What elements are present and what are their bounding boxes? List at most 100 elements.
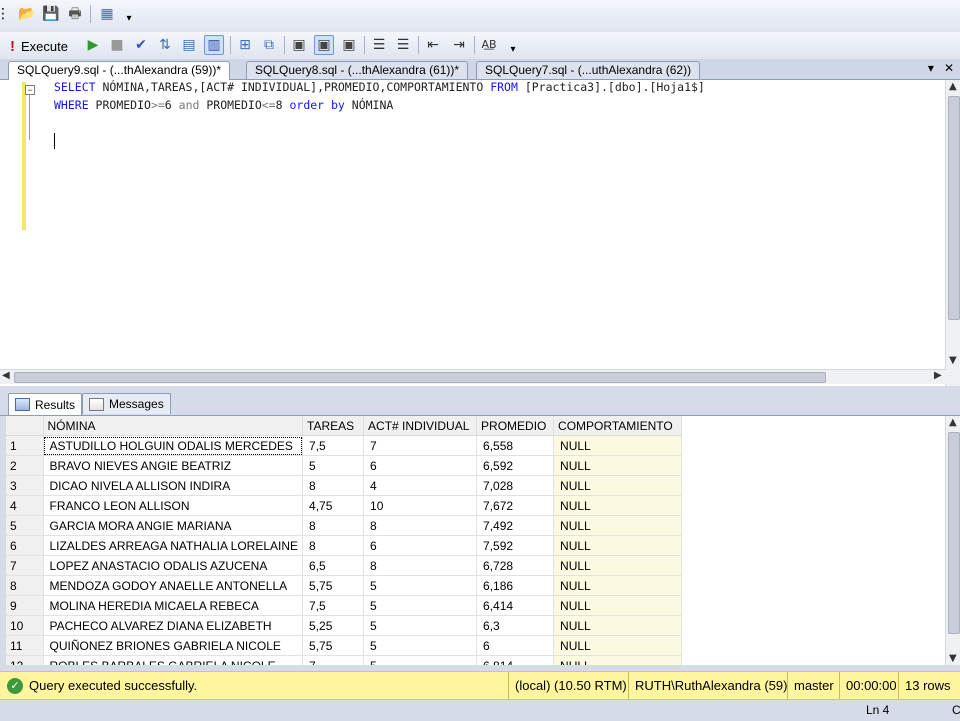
grid-cell[interactable]: 8 [302,475,365,496]
query-options-icon[interactable]: ⇅ [156,36,174,54]
comportamiento-cell[interactable]: NULL [553,655,683,665]
nomina-cell[interactable]: MENDOZA GODOY ANAELLE ANTONELLA [43,575,304,596]
grid-cell[interactable]: 7,028 [476,475,555,496]
grid-cell[interactable]: 6,558 [476,435,555,456]
nomina-cell[interactable]: PACHECO ALVAREZ DIANA ELIZABETH [43,615,304,636]
tab-sqlquery8[interactable]: SQLQuery8.sql - (...thAlexandra (61))* [246,61,469,79]
grid-vertical-scrollbar[interactable]: ▲ ▼ [945,416,960,665]
comportamiento-cell[interactable]: NULL [553,615,683,636]
table-row[interactable]: 9 MOLINA HEREDIA MICAELA REBECA 7,5 5 6,414 N… [6,595,683,616]
scroll-down-icon[interactable]: ▼ [949,355,957,366]
toolbar-overflow-icon[interactable]: ▾ [120,10,138,28]
grid-cell[interactable]: 7,5 [302,435,365,456]
nomina-cell[interactable]: DICAO NIVELA ALLISON INDIRA [43,475,304,496]
grid-cell[interactable]: 6,3 [476,615,555,636]
grid-cell[interactable]: 5,75 [302,635,365,656]
comportamiento-cell[interactable]: NULL [553,515,683,536]
scrollbar-thumb[interactable] [14,372,826,383]
comportamiento-cell[interactable]: NULL [553,495,683,516]
stop-icon[interactable]: ■ [108,36,126,54]
grid-cell[interactable]: 5 [363,615,478,636]
grid-cell[interactable]: 4,75 [302,495,365,516]
increase-indent-icon[interactable]: ⇥ [450,36,468,54]
collapse-icon[interactable]: − [25,85,35,95]
grid-cell[interactable]: 6,814 [476,655,555,665]
scroll-up-icon[interactable]: ▲ [949,417,957,428]
decrease-indent-icon[interactable]: ⇤ [424,36,442,54]
results-to-text-icon[interactable]: ▤ [180,36,198,54]
editor-horizontal-scrollbar[interactable]: ◀ ▶ [0,369,946,384]
table-row[interactable]: 7 LOPEZ ANASTACIO ODALIS AZUCENA 6,5 8 6,728… [6,555,683,576]
comportamiento-cell[interactable]: NULL [553,595,683,616]
table-row[interactable]: 11 QUIÑONEZ BRIONES GABRIELA NICOLE 5,75 5 6… [6,635,683,656]
grid-cell[interactable]: 5 [302,455,365,476]
grid-cell[interactable]: 5 [363,595,478,616]
grid-cell[interactable]: 4 [363,475,478,496]
column-header[interactable]: COMPORTAMIENTO [553,416,683,436]
tab-messages[interactable]: Messages [82,393,171,414]
open-folder-icon[interactable]: 📂 [18,5,36,23]
table-row[interactable]: 6 LIZALDES ARREAGA NATHALIA LORELAINE 8 6 7,… [6,535,683,556]
table-row[interactable]: 8 MENDOZA GODOY ANAELLE ANTONELLA 5,75 5 6,1… [6,575,683,596]
scrollbar-thumb[interactable] [948,96,960,320]
comment-icon[interactable]: ▣ [290,36,308,54]
table-row[interactable]: 3 DICAO NIVELA ALLISON INDIRA 8 4 7,028 NULL [6,475,683,496]
grid-cell[interactable]: 8 [302,515,365,536]
outdent-icon[interactable]: ☰ [370,36,388,54]
nomina-cell[interactable]: QUIÑONEZ BRIONES GABRIELA NICOLE [43,635,304,656]
nomina-cell[interactable]: GARCIA MORA ANGIE MARIANA [43,515,304,536]
grid-cell[interactable]: 5 [363,575,478,596]
grid-cell[interactable]: 5 [363,655,478,665]
template-params-icon[interactable]: ▣ [340,36,358,54]
grid-cell[interactable]: 5,25 [302,615,365,636]
comportamiento-cell[interactable]: NULL [553,555,683,576]
include-plan-icon[interactable]: ⊞ [236,36,254,54]
parse-check-icon[interactable]: ✔ [132,36,150,54]
column-header[interactable]: TAREAS [302,416,365,436]
comportamiento-cell[interactable]: NULL [553,535,683,556]
results-grid[interactable]: NÓMINA TAREAS ACT# INDIVIDUAL PROMEDIO C… [6,416,946,665]
scroll-right-icon[interactable]: ▶ [934,370,942,381]
nomina-cell[interactable]: LIZALDES ARREAGA NATHALIA LORELAINE [43,535,304,556]
table-row[interactable]: 12ROBLES BARBALES GABRIELA NICOLE756,814… [6,655,683,665]
grid-cell[interactable]: 6 [476,635,555,656]
grid-cell[interactable]: 5,75 [302,575,365,596]
toolbar-overflow-icon[interactable]: ▾ [504,41,522,59]
scroll-up-icon[interactable]: ▲ [949,81,957,92]
comportamiento-cell[interactable]: NULL [553,575,683,596]
table-row[interactable]: 4 FRANCO LEON ALLISON 4,75 10 7,672 NULL [6,495,683,516]
grid-cell[interactable]: 6,186 [476,575,555,596]
comportamiento-cell[interactable]: NULL [553,435,683,456]
debug-play-icon[interactable]: ▶ [84,36,102,54]
column-header[interactable]: PROMEDIO [476,416,555,436]
nomina-cell[interactable]: FRANCO LEON ALLISON [43,495,304,516]
grid-cell[interactable]: 7,5 [302,595,365,616]
nomina-cell[interactable]: MOLINA HEREDIA MICAELA REBECA [43,595,304,616]
editor-vertical-scrollbar[interactable]: ▲ ▼ [945,80,960,386]
nomina-cell[interactable]: LOPEZ ANASTACIO ODALIS AZUCENA [43,555,304,576]
tab-results[interactable]: Results [8,393,83,415]
nomina-cell[interactable]: BRAVO NIEVES ANGIE BEATRIZ [43,455,304,476]
grid-cell[interactable]: 7,492 [476,515,555,536]
grid-cell[interactable]: 8 [302,535,365,556]
query-editor[interactable]: − SELECT NÓMINA,TAREAS,[ACT# INDIVIDUAL]… [0,80,960,386]
grid-cell[interactable]: 6,5 [302,555,365,576]
nomina-cell[interactable]: ROBLES BARBALES GABRIELA NICOLE [43,655,304,665]
scroll-left-icon[interactable]: ◀ [2,370,10,381]
close-icon[interactable]: ✕ [944,61,954,75]
grid-cell[interactable]: 7 [302,655,365,665]
grid-cell[interactable]: 5 [363,635,478,656]
tab-sqlquery9[interactable]: SQLQuery9.sql - (...thAlexandra (59))* [8,61,231,80]
print-icon[interactable]: 🖶 [66,5,84,23]
tab-sqlquery7[interactable]: SQLQuery7.sql - (...uthAlexandra (62)) [476,61,701,79]
column-header[interactable]: ACT# INDIVIDUAL [363,416,478,436]
comportamiento-cell[interactable]: NULL [553,475,683,496]
results-to-grid-icon[interactable]: ▥ [204,35,224,55]
uncomment-icon[interactable]: ▣ [314,35,334,55]
nomina-cell[interactable]: ASTUDILLO HOLGUIN ODALIS MERCEDES [43,435,304,456]
table-row[interactable]: 10 PACHECO ALVAREZ DIANA ELIZABETH 5,25 5 6,… [6,615,683,636]
grid-cell[interactable]: 7,672 [476,495,555,516]
grid-cell[interactable]: 7,592 [476,535,555,556]
table-row[interactable]: 2 BRAVO NIEVES ANGIE BEATRIZ 5 6 6,592 NULL [6,455,683,476]
grid-cell[interactable]: 6,728 [476,555,555,576]
